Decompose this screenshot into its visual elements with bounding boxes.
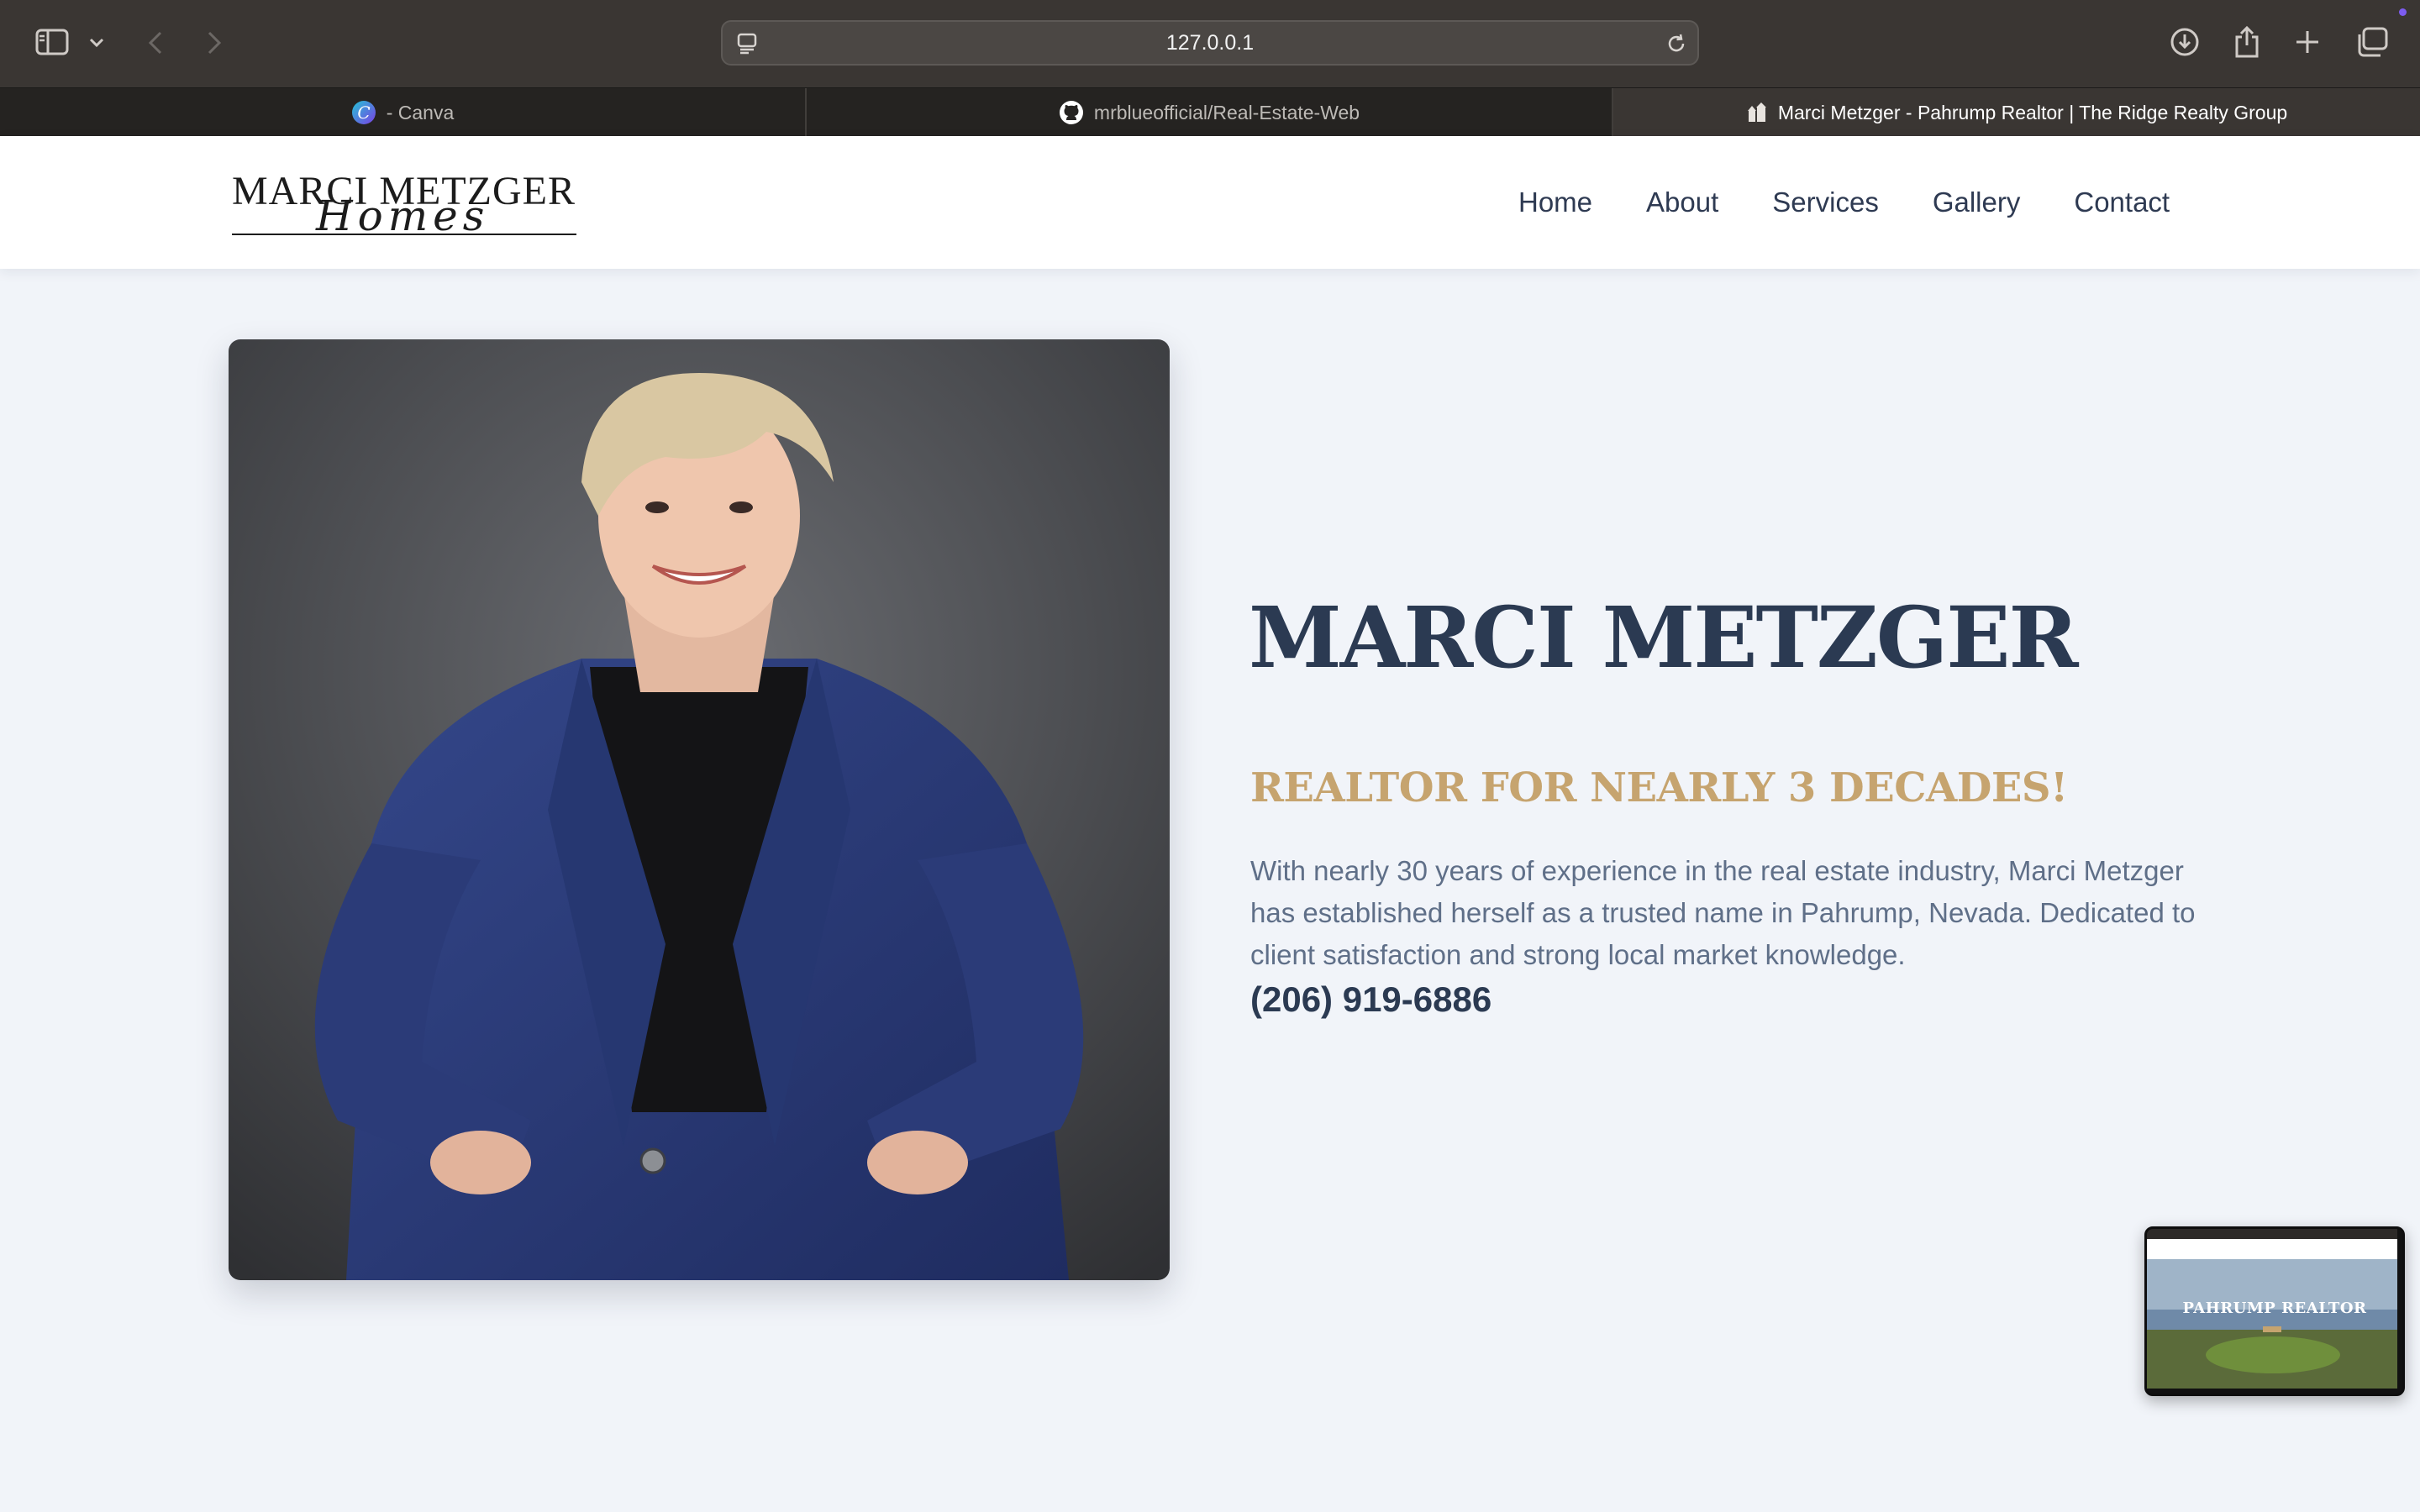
address-bar[interactable]: 127.0.0.1 [721,20,1699,66]
tab-bar: C - Canva mrblueofficial/Real-Estate-Web… [0,87,2420,137]
tab-github[interactable]: mrblueofficial/Real-Estate-Web [807,88,1613,137]
browser-toolbar: 127.0.0.1 [0,0,2420,87]
realtor-name-heading: MARCI METZGER [1249,588,2079,687]
nav-about[interactable]: About [1646,186,1718,218]
share-icon[interactable] [2230,24,2264,60]
forward-arrow-icon[interactable] [202,27,227,59]
notification-dot [2399,8,2407,16]
canva-icon: C [351,100,376,125]
new-tab-plus-icon[interactable] [2292,27,2323,57]
realtor-portrait-photo [229,339,1170,1280]
tab-overview-icon[interactable] [2354,25,2390,59]
logo-rule [232,234,576,235]
realtor-tagline: REALTOR FOR NEARLY 3 DECADES! [1250,764,2068,811]
site-header: MARCI METZGER Homes Home About Services … [0,136,2420,269]
chevron-down-icon[interactable] [86,32,108,54]
nav-contact[interactable]: Contact [2074,186,2170,218]
tab-label: mrblueofficial/Real-Estate-Web [1093,101,1360,123]
nav-services[interactable]: Services [1772,186,1879,218]
page-preview-thumbnail[interactable]: PAHRUMP REALTOR [2144,1226,2405,1396]
main-nav: Home About Services Gallery Contact [1465,136,2170,269]
reload-icon[interactable] [1664,31,1689,56]
site-favicon-icon [1746,102,1768,123]
downloads-icon[interactable] [2168,25,2202,59]
tab-label: Marci Metzger - Pahrump Realtor | The Ri… [1777,101,2288,123]
github-icon [1059,100,1084,125]
tab-marci-metzger[interactable]: Marci Metzger - Pahrump Realtor | The Ri… [1613,88,2420,137]
realtor-bio: With nearly 30 years of experience in th… [1250,855,2196,970]
phone-number-link[interactable]: (206) 919-6886 [1250,979,1491,1020]
tab-canva[interactable]: C - Canva [0,88,807,137]
sidebar-toggle-icon[interactable] [32,25,72,59]
nav-gallery[interactable]: Gallery [1933,186,2021,218]
svg-text:C: C [357,102,370,123]
site-logo[interactable]: MARCI METZGER Homes [232,168,576,244]
nav-home[interactable]: Home [1518,186,1592,218]
back-arrow-icon[interactable] [143,27,168,59]
tab-label: - Canva [386,101,455,123]
url-text[interactable]: 127.0.0.1 [723,22,1697,64]
thumbnail-label: PAHRUMP REALTOR [2182,1299,2367,1317]
